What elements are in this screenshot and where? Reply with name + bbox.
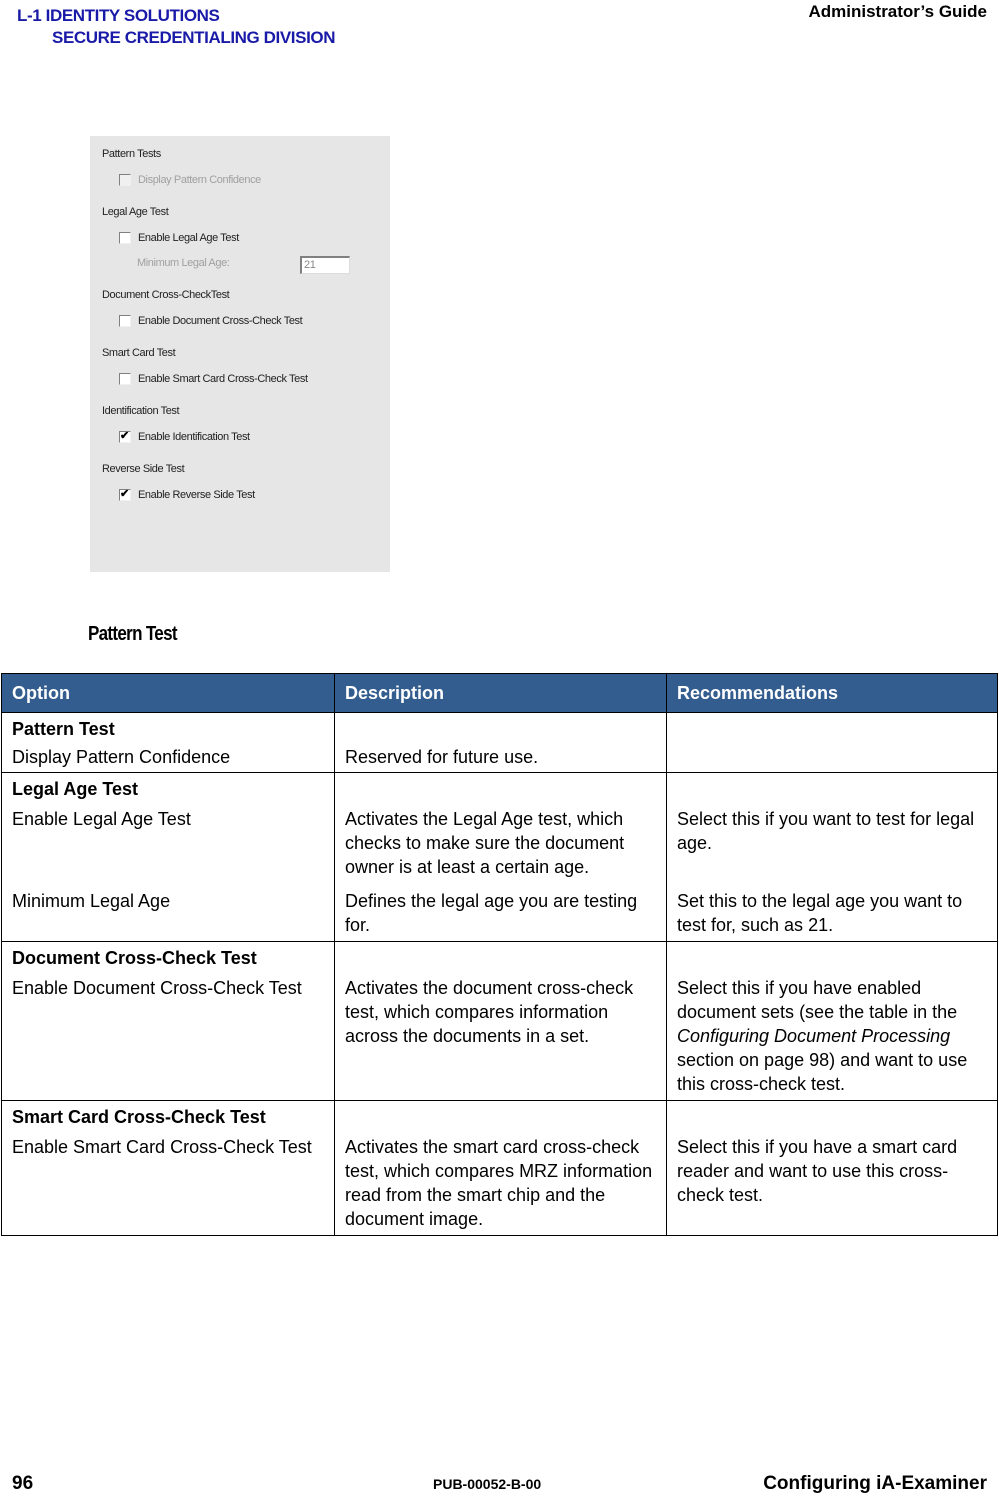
settings-screenshot: Pattern Tests Display Pattern Confidence… xyxy=(90,136,390,572)
guide-title: Administrator’s Guide xyxy=(808,2,987,21)
table-row: Enable Legal Age Test Activates the Lega… xyxy=(1,801,998,879)
description-cell: Activates the document cross-check test,… xyxy=(334,970,667,1101)
group-title-pattern-tests: Pattern Tests xyxy=(102,148,161,160)
recommendation-cell: Select this if you have enabled document… xyxy=(666,970,998,1101)
group-title-legal-age: Legal Age Test xyxy=(102,206,169,218)
table-row: Enable Smart Card Cross-Check Test Activ… xyxy=(1,1129,998,1236)
checkbox-label: Enable Legal Age Test xyxy=(138,232,239,244)
option-cell: Enable Document Cross-Check Test xyxy=(1,970,335,1101)
recommendation-text: section on page 98) and want to use this… xyxy=(677,1050,968,1094)
column-header-description: Description xyxy=(334,673,667,713)
recommendation-cell: Select this if you want to test for lega… xyxy=(666,801,998,879)
minimum-legal-age-label: Minimum Legal Age: xyxy=(137,257,230,269)
table-row: Enable Document Cross-Check Test Activat… xyxy=(1,970,998,1101)
table-row: Minimum Legal Age Defines the legal age … xyxy=(1,879,998,942)
publication-id: PUB-00052-B-00 xyxy=(433,1476,542,1492)
column-header-option: Option xyxy=(1,673,335,713)
checkbox-label: Enable Document Cross-Check Test xyxy=(138,315,303,327)
checkmark-icon: ✔ xyxy=(120,430,129,442)
table-group-title-row: Smart Card Cross-Check Test xyxy=(1,1100,998,1129)
checkbox-label: Enable Reverse Side Test xyxy=(138,489,255,501)
column-header-recommendations: Recommendations xyxy=(666,673,998,713)
option-cell: Enable Legal Age Test xyxy=(1,801,335,879)
table-group-title-row: Document Cross-Check Test xyxy=(1,941,998,970)
checkbox-enable-legal-age[interactable]: Enable Legal Age Test xyxy=(119,232,239,244)
page-number: 96 xyxy=(12,1473,34,1494)
checkbox-box[interactable] xyxy=(119,174,131,186)
description-cell: Activates the smart card cross-check tes… xyxy=(334,1129,667,1236)
group-title-reverse-side: Reverse Side Test xyxy=(102,463,185,475)
minimum-legal-age-input[interactable]: 21 xyxy=(300,256,350,274)
section-reference-link: Configuring Document Processing xyxy=(677,1026,951,1046)
group-title-smart-card: Smart Card Test xyxy=(102,347,176,359)
checkbox-enable-document-cross-check[interactable]: Enable Document Cross-Check Test xyxy=(119,315,303,327)
table-row: Display Pattern Confidence Reserved for … xyxy=(1,741,998,773)
logo-line-1: L-1 IDENTITY SOLUTIONS xyxy=(17,6,220,25)
checkbox-label: Display Pattern Confidence xyxy=(138,174,261,186)
group-title: Smart Card Cross-Check Test xyxy=(1,1100,335,1129)
group-title: Legal Age Test xyxy=(1,772,335,801)
checkbox-box[interactable]: ✔ xyxy=(119,488,131,501)
checkbox-enable-identification[interactable]: ✔ Enable Identification Test xyxy=(119,430,250,443)
group-title-identification: Identification Test xyxy=(102,405,180,417)
checkbox-label: Enable Identification Test xyxy=(138,431,250,443)
option-cell: Display Pattern Confidence xyxy=(1,741,335,773)
checkmark-icon: ✔ xyxy=(120,488,129,500)
group-title: Document Cross-Check Test xyxy=(1,941,335,970)
checkbox-label: Enable Smart Card Cross-Check Test xyxy=(138,373,308,385)
option-cell: Enable Smart Card Cross-Check Test xyxy=(1,1129,335,1236)
checkbox-box[interactable] xyxy=(119,373,131,385)
checkbox-enable-reverse-side[interactable]: ✔ Enable Reverse Side Test xyxy=(119,488,255,501)
description-cell: Reserved for future use. xyxy=(334,741,667,773)
section-title: Pattern Test xyxy=(88,623,178,645)
recommendation-text: Select this if you have enabled document… xyxy=(677,978,958,1022)
description-cell: Defines the legal age you are testing fo… xyxy=(334,879,667,942)
checkbox-box[interactable]: ✔ xyxy=(119,430,131,443)
options-table: Option Description Recommendations Patte… xyxy=(1,673,998,1236)
option-cell: Minimum Legal Age xyxy=(1,879,335,942)
company-logo: L-1 IDENTITY SOLUTIONS SECURE CREDENTIAL… xyxy=(17,5,336,49)
table-header-row: Option Description Recommendations xyxy=(1,673,998,713)
chapter-title: Configuring iA-Examiner xyxy=(763,1473,987,1494)
checkbox-box[interactable] xyxy=(119,232,131,244)
group-title: Pattern Test xyxy=(1,712,335,741)
table-group-title-row: Pattern Test xyxy=(1,712,998,741)
checkbox-box[interactable] xyxy=(119,315,131,327)
recommendation-cell: Set this to the legal age you want to te… xyxy=(666,879,998,942)
table-group-title-row: Legal Age Test xyxy=(1,772,998,801)
logo-line-2: SECURE CREDENTIALING DIVISION xyxy=(52,28,336,47)
recommendation-cell xyxy=(666,741,998,773)
checkbox-enable-smart-card-cross-check[interactable]: Enable Smart Card Cross-Check Test xyxy=(119,373,308,385)
description-cell: Activates the Legal Age test, which chec… xyxy=(334,801,667,879)
checkbox-display-pattern-confidence[interactable]: Display Pattern Confidence xyxy=(119,174,261,186)
recommendation-cell: Select this if you have a smart card rea… xyxy=(666,1129,998,1236)
group-title-document-cross-check: Document Cross-CheckTest xyxy=(102,289,230,301)
